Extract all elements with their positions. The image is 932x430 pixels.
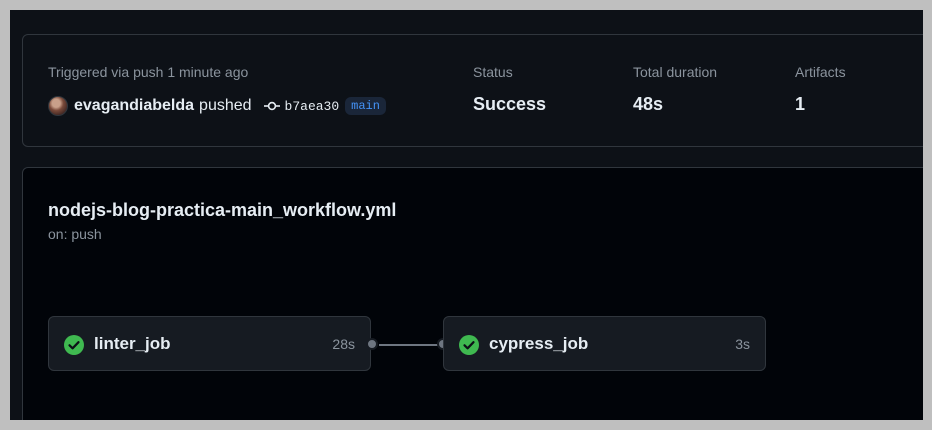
job-name: linter_job bbox=[94, 334, 171, 353]
job-duration: 28s bbox=[332, 336, 355, 352]
commit-sha-link[interactable]: b7aea30 bbox=[285, 99, 340, 114]
job-name: cypress_job bbox=[489, 334, 589, 353]
branch-badge[interactable]: main bbox=[345, 97, 386, 115]
artifacts-label: Artifacts bbox=[795, 64, 846, 80]
workflow-filename[interactable]: nodejs-blog-practica-main_workflow.yml bbox=[48, 200, 396, 221]
user-avatar[interactable] bbox=[48, 96, 68, 116]
run-summary-card: Triggered via push 1 minute ago evagandi… bbox=[22, 34, 923, 147]
git-commit-icon bbox=[263, 101, 280, 111]
job-card-linter[interactable]: linter_job 28s bbox=[48, 316, 371, 371]
job-output-node bbox=[366, 338, 378, 350]
status-label: Status bbox=[473, 64, 513, 80]
trigger-text: Triggered via push 1 minute ago bbox=[48, 64, 249, 80]
username-link[interactable]: evagandiabelda bbox=[74, 97, 194, 115]
job-card-cypress[interactable]: cypress_job 3s bbox=[443, 316, 766, 371]
check-circle-icon bbox=[459, 335, 479, 355]
push-info: evagandiabelda pushed b7aea30 main bbox=[48, 94, 386, 118]
artifacts-count[interactable]: 1 bbox=[795, 94, 805, 115]
duration-value: 48s bbox=[633, 94, 664, 114]
status-value: Success bbox=[473, 94, 547, 114]
workflow-graph: nodejs-blog-practica-main_workflow.yml o… bbox=[22, 167, 923, 420]
job-duration: 3s bbox=[735, 336, 750, 352]
workflow-trigger: on: push bbox=[48, 226, 102, 242]
push-action-text: pushed bbox=[199, 97, 252, 114]
workflow-run-page: Triggered via push 1 minute ago evagandi… bbox=[10, 10, 923, 420]
check-circle-icon bbox=[64, 335, 84, 355]
duration-label: Total duration bbox=[633, 64, 718, 80]
